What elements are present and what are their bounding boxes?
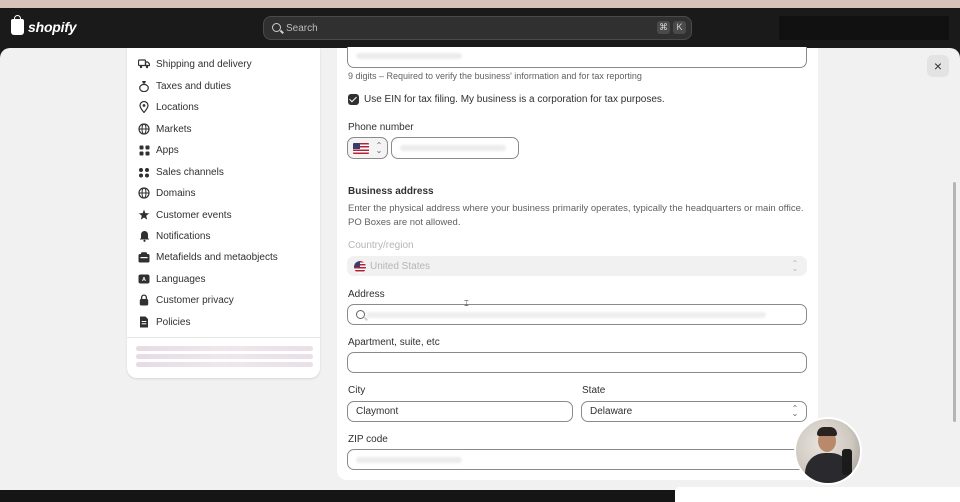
country-select: United States ⌃ ⌄ xyxy=(347,256,807,276)
ein-help-text: 9 digits – Required to verify the busine… xyxy=(348,71,642,81)
redacted-store-info xyxy=(136,354,313,359)
business-address-description: Enter the physical address where your bu… xyxy=(348,203,804,228)
document-icon xyxy=(138,316,150,328)
sidebar-item-locations[interactable]: Locations xyxy=(138,97,199,117)
metafields-icon xyxy=(138,251,150,263)
zip-input[interactable] xyxy=(347,449,807,470)
sidebar-item-sales-channels[interactable]: Sales channels xyxy=(138,162,224,182)
location-pin-icon xyxy=(138,101,150,113)
k-key-hint: K xyxy=(673,21,686,34)
bell-icon xyxy=(138,230,150,242)
search-placeholder: Search xyxy=(286,23,318,34)
command-key-hint: ⌘ xyxy=(657,21,670,34)
sidebar-item-domains[interactable]: Domains xyxy=(138,183,195,203)
sales-channels-icon xyxy=(138,166,150,178)
redacted-ein-value xyxy=(356,53,462,59)
sidebar-item-label: Sales channels xyxy=(156,166,224,178)
globe-icon xyxy=(138,123,150,135)
lock-icon xyxy=(138,294,150,306)
phone-label: Phone number xyxy=(348,122,414,133)
language-icon: A xyxy=(138,273,150,285)
city-input[interactable]: Claymont xyxy=(347,401,573,422)
bottom-popup-edge xyxy=(675,487,960,502)
state-value: Delaware xyxy=(590,406,633,417)
mouse-cursor-icon: ⌶ xyxy=(464,299,469,308)
sidebar-item-shipping[interactable]: Shipping and delivery xyxy=(138,54,252,74)
presenter-hair xyxy=(817,427,837,436)
truck-icon xyxy=(138,58,150,70)
admin-top-bar: shopify Search ⌘ K xyxy=(0,8,960,48)
phone-input[interactable] xyxy=(391,137,519,159)
zip-label: ZIP code xyxy=(348,434,388,445)
address-label: Address xyxy=(348,289,385,300)
sidebar-divider xyxy=(127,337,320,338)
address-input[interactable] xyxy=(347,304,807,325)
sidebar-item-apps[interactable]: Apps xyxy=(138,140,179,160)
city-value: Claymont xyxy=(356,406,399,417)
search-icon xyxy=(272,23,281,32)
sparkle-icon xyxy=(138,209,150,221)
sidebar-item-notifications[interactable]: Notifications xyxy=(138,226,210,246)
browser-top-strip xyxy=(0,0,960,8)
sidebar-item-label: Taxes and duties xyxy=(156,80,232,92)
sidebar-item-label: Customer events xyxy=(156,209,232,221)
sidebar-item-label: Domains xyxy=(156,187,196,199)
settings-sidebar: Shipping and delivery Taxes and duties L… xyxy=(127,48,320,378)
sidebar-item-customer-privacy[interactable]: Customer privacy xyxy=(138,290,234,310)
phone-country-select[interactable]: ⌃ ⌄ xyxy=(347,137,388,159)
ein-input[interactable] xyxy=(347,47,807,68)
sidebar-item-policies[interactable]: Policies xyxy=(138,312,190,332)
redacted-store-info xyxy=(136,362,313,367)
brand-name: shopify xyxy=(28,19,77,35)
sidebar-item-metafields[interactable]: Metafields and metaobjects xyxy=(138,247,278,267)
shopify-bag-icon xyxy=(11,15,24,35)
apartment-label: Apartment, suite, etc xyxy=(348,337,440,348)
use-ein-checkbox[interactable] xyxy=(348,94,359,105)
shopify-logo[interactable]: shopify xyxy=(11,15,77,35)
sidebar-item-label: Apps xyxy=(156,144,179,156)
sidebar-item-label: Customer privacy xyxy=(156,294,234,306)
sidebar-item-languages[interactable]: A Languages xyxy=(138,269,206,289)
chevron-up-down-icon: ⌃ ⌄ xyxy=(791,259,799,273)
apps-grid-icon xyxy=(138,144,150,156)
us-flag-icon xyxy=(353,143,369,154)
sidebar-item-markets[interactable]: Markets xyxy=(138,119,192,139)
chevron-up-down-icon: ⌃ ⌄ xyxy=(791,404,799,418)
sidebar-item-label: Languages xyxy=(156,273,206,285)
apartment-input[interactable] xyxy=(347,352,807,373)
business-address-heading: Business address xyxy=(348,186,434,197)
sidebar-item-label: Notifications xyxy=(156,230,211,242)
redacted-phone-value xyxy=(400,145,506,151)
country-label: Country/region xyxy=(348,240,414,251)
sidebar-item-label: Locations xyxy=(156,101,199,113)
globe-icon xyxy=(138,187,150,199)
presenter-webcam-avatar xyxy=(794,417,862,485)
store-switcher[interactable] xyxy=(779,16,949,40)
state-select[interactable]: Delaware ⌃ ⌄ xyxy=(581,401,807,422)
us-flag-icon xyxy=(354,261,366,273)
state-label: State xyxy=(582,385,606,396)
svg-text:A: A xyxy=(142,277,146,283)
scrollbar-thumb[interactable] xyxy=(953,182,956,422)
sidebar-item-label: Policies xyxy=(156,316,191,328)
city-label: City xyxy=(348,385,366,396)
use-ein-label: Use EIN for tax filing. My business is a… xyxy=(364,94,665,105)
redacted-address-value xyxy=(366,312,766,318)
close-button[interactable]: × xyxy=(927,55,949,77)
sidebar-item-label: Markets xyxy=(156,123,192,135)
redacted-zip-value xyxy=(356,457,462,463)
sidebar-item-label: Metafields and metaobjects xyxy=(156,251,278,263)
search-bar[interactable]: Search ⌘ K xyxy=(263,16,692,40)
chevron-up-down-icon: ⌃ ⌄ xyxy=(375,141,383,155)
redacted-store-info xyxy=(136,346,313,351)
microphone-icon xyxy=(842,449,852,475)
country-value: United States xyxy=(370,261,431,272)
sidebar-item-customer-events[interactable]: Customer events xyxy=(138,205,232,225)
sidebar-item-label: Shipping and delivery xyxy=(156,58,252,70)
money-bag-icon xyxy=(138,80,150,92)
sidebar-item-taxes[interactable]: Taxes and duties xyxy=(138,76,231,96)
search-icon xyxy=(356,310,365,319)
